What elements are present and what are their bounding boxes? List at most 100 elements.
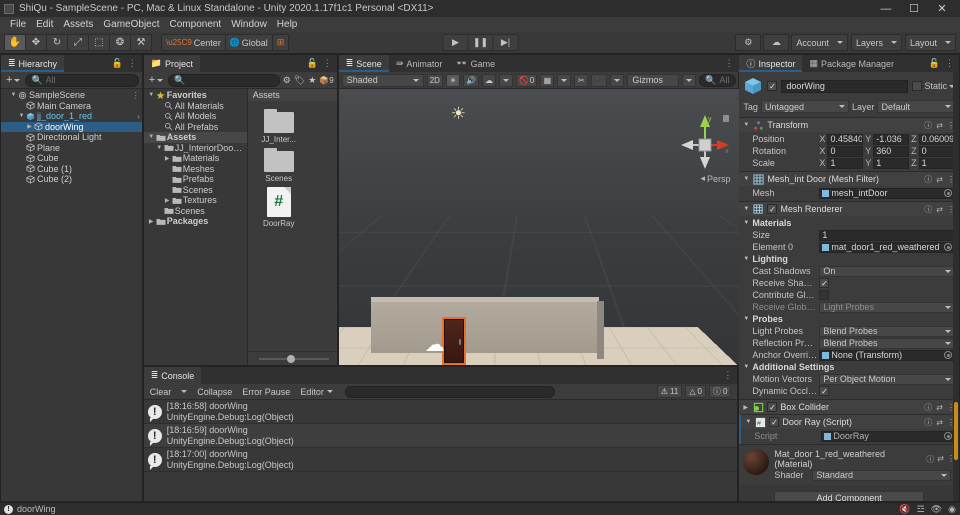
number-input[interactable]: 1 xyxy=(918,157,955,169)
move-tool-icon[interactable]: ✥ xyxy=(25,34,47,51)
hierarchy-item-directional-light[interactable]: Directional Light xyxy=(1,132,142,143)
disclosure-triangle-icon[interactable]: ▼ xyxy=(743,220,749,226)
project-tree-item-textures[interactable]: ▶ Textures xyxy=(144,195,247,206)
custom-tool-icon[interactable]: ⚒ xyxy=(130,34,152,51)
text-input[interactable]: 1 xyxy=(819,229,955,241)
asset-item[interactable]: # DoorRay xyxy=(258,187,300,228)
mute-icon[interactable]: 🔇 xyxy=(899,504,910,515)
object-picker-icon[interactable] xyxy=(944,432,952,440)
dropdown-field[interactable]: Blend Probes xyxy=(819,337,955,349)
dropdown-field[interactable]: Blend Probes xyxy=(819,325,955,337)
rotate-tool-icon[interactable]: ↻ xyxy=(46,34,68,51)
component-header-mesh-int-door-mesh-filter[interactable]: ▼ Mesh_int Door (Mesh Filter) ⓘ ⇄ ⋮ xyxy=(739,172,959,186)
console-clear-dropdown[interactable] xyxy=(177,385,191,398)
help-icon[interactable]: ⓘ xyxy=(924,120,932,131)
favorite-star-icon[interactable]: ★ xyxy=(308,75,316,86)
section-materials[interactable]: ▼ Materials xyxy=(739,217,959,229)
scene-camera-dropdown[interactable] xyxy=(610,73,625,87)
layout-dropdown[interactable]: Layout xyxy=(904,34,956,51)
more-menu-icon[interactable]: ⋮ xyxy=(323,58,332,69)
scene-grid-icon[interactable]: ▦ xyxy=(540,73,555,87)
disclosure-triangle-icon[interactable]: ▼ xyxy=(743,364,749,370)
menu-item-gameobject[interactable]: GameObject xyxy=(98,17,164,32)
tab-scene[interactable]: ≣ Scene xyxy=(338,55,389,72)
menu-item-assets[interactable]: Assets xyxy=(58,17,98,32)
project-tree-item-meshes[interactable]: Meshes xyxy=(144,164,247,175)
hierarchy-item-cube-2[interactable]: Cube (2) xyxy=(1,174,142,185)
lock-icon[interactable]: 🔓 xyxy=(112,58,123,69)
gameobject-enabled-checkbox[interactable]: ✓ xyxy=(767,81,778,91)
toggle-2d-button[interactable]: 2D xyxy=(426,73,443,87)
hierarchy-item-cube[interactable]: Cube xyxy=(1,153,142,164)
project-tree-item-all-materials[interactable]: All Materials xyxy=(144,101,247,112)
disclosure-triangle-icon[interactable]: ▼ xyxy=(147,92,156,98)
tab-package-manager[interactable]: ▦ Package Manager xyxy=(802,55,902,72)
checkbox-field[interactable]: ✓ xyxy=(819,278,830,288)
component-header-transform[interactable]: ▼ Transform ⓘ ⇄ ⋮ xyxy=(739,118,959,132)
tab-hierarchy[interactable]: ≣ Hierarchy xyxy=(1,55,65,72)
tab-game[interactable]: 👓 Game xyxy=(449,55,503,72)
console-collapse-toggle[interactable]: Collapse xyxy=(193,385,236,398)
disclosure-triangle-icon[interactable]: ▼ xyxy=(743,316,749,322)
number-input[interactable]: 1 xyxy=(873,157,910,169)
project-tree-item-all-prefabs[interactable]: All Prefabs xyxy=(144,122,247,133)
shader-dropdown[interactable]: Standard xyxy=(812,469,951,481)
number-input[interactable]: 0.060098 xyxy=(918,133,955,145)
console-error-counter[interactable]: ⚠ 11 xyxy=(656,385,683,398)
dropdown-field[interactable]: Light Probes xyxy=(819,301,955,313)
shading-mode-dropdown[interactable]: Shaded xyxy=(341,73,424,87)
disclosure-triangle-icon[interactable]: ▶ xyxy=(25,123,34,130)
console-log-row[interactable]: ! [18:17:00] doorWing UnityEngine.Debug:Lo… xyxy=(143,448,738,472)
object-field[interactable]: mesh_intDoor xyxy=(819,187,955,199)
checkbox-field[interactable]: ✓ xyxy=(819,386,830,396)
scrollbar-thumb[interactable] xyxy=(954,402,958,460)
help-icon[interactable]: ⓘ xyxy=(924,417,932,428)
prefab-open-chevron-icon[interactable]: › xyxy=(137,112,140,121)
scene-tools-icon[interactable]: ✂ xyxy=(574,73,589,87)
cloud-icon[interactable]: ☁ xyxy=(763,34,790,51)
grid-snapping-button[interactable]: ⊞ xyxy=(271,34,290,51)
static-checkbox[interactable] xyxy=(912,81,923,91)
gizmos-dropdown-caret[interactable] xyxy=(682,73,697,87)
scene-grid-dropdown[interactable] xyxy=(557,73,572,87)
component-enabled-checkbox[interactable]: ✓ xyxy=(767,402,778,412)
project-tree-item-prefabs[interactable]: Prefabs xyxy=(144,174,247,185)
gameobject-name-input[interactable]: doorWing xyxy=(781,79,909,93)
tab-console[interactable]: ≣ Console xyxy=(143,367,202,384)
scene-fx-dropdown[interactable] xyxy=(498,73,513,87)
more-menu-icon[interactable]: ⋮ xyxy=(945,58,954,69)
scene-orientation-gizmo[interactable]: y x xyxy=(677,111,733,177)
component-enabled-checkbox[interactable]: ✓ xyxy=(767,204,778,214)
hierarchy-add-button[interactable]: + xyxy=(4,74,22,86)
scene-lighting-icon[interactable]: ☀ xyxy=(445,73,460,87)
component-header-box-collider[interactable]: ▶ ✓ Box Collider ⓘ ⇄ ⋮ xyxy=(739,400,959,414)
layers-icon[interactable]: ☲ xyxy=(917,504,925,515)
camera-gizmo-icon[interactable]: ☁ xyxy=(425,335,445,355)
slider-knob[interactable] xyxy=(286,354,295,363)
console-log-row[interactable]: ! [18:16:58] doorWing UnityEngine.Debug:Lo… xyxy=(143,400,738,424)
play-button[interactable]: ▶ xyxy=(442,34,469,51)
preset-icon[interactable]: ⇄ xyxy=(936,175,943,184)
hierarchy-item-doorwing[interactable]: ▶ doorWing xyxy=(1,121,142,132)
space-mode-button[interactable]: 🌐 Global xyxy=(224,34,273,51)
console-log-row[interactable]: ! [18:16:59] doorWing UnityEngine.Debug:Lo… xyxy=(143,424,738,448)
layers-dropdown[interactable]: Layers xyxy=(850,34,902,51)
more-menu-icon[interactable]: ⋮ xyxy=(723,370,732,381)
rect-tool-icon[interactable]: ⬚ xyxy=(88,34,110,51)
help-icon[interactable]: ⓘ xyxy=(926,454,934,465)
project-add-button[interactable]: + xyxy=(147,74,165,86)
asset-item[interactable]: JJ_Inter... xyxy=(258,109,300,144)
scene-fx-icon[interactable]: ☁ xyxy=(481,73,496,87)
hierarchy-item-jj-door-1-red[interactable]: ▼ jj_door_1_red › xyxy=(1,111,142,122)
section-probes[interactable]: ▼ Probes xyxy=(739,313,959,325)
project-tree-item-materials[interactable]: ▶ Materials xyxy=(144,153,247,164)
disclosure-triangle-icon[interactable]: ▼ xyxy=(17,113,26,119)
directional-light-gizmo-icon[interactable]: ☀ xyxy=(451,105,466,122)
project-tree-item-scenes[interactable]: Scenes xyxy=(144,206,247,217)
icon-size-slider[interactable] xyxy=(258,354,329,363)
console-editor-dropdown[interactable]: Editor xyxy=(296,385,337,398)
inspector-scrollbar[interactable] xyxy=(953,72,959,501)
scene-search-input[interactable]: 🔍 All xyxy=(699,73,736,87)
target-icon[interactable]: ◉ xyxy=(948,504,956,515)
disclosure-triangle-icon[interactable]: ▶ xyxy=(147,218,156,225)
